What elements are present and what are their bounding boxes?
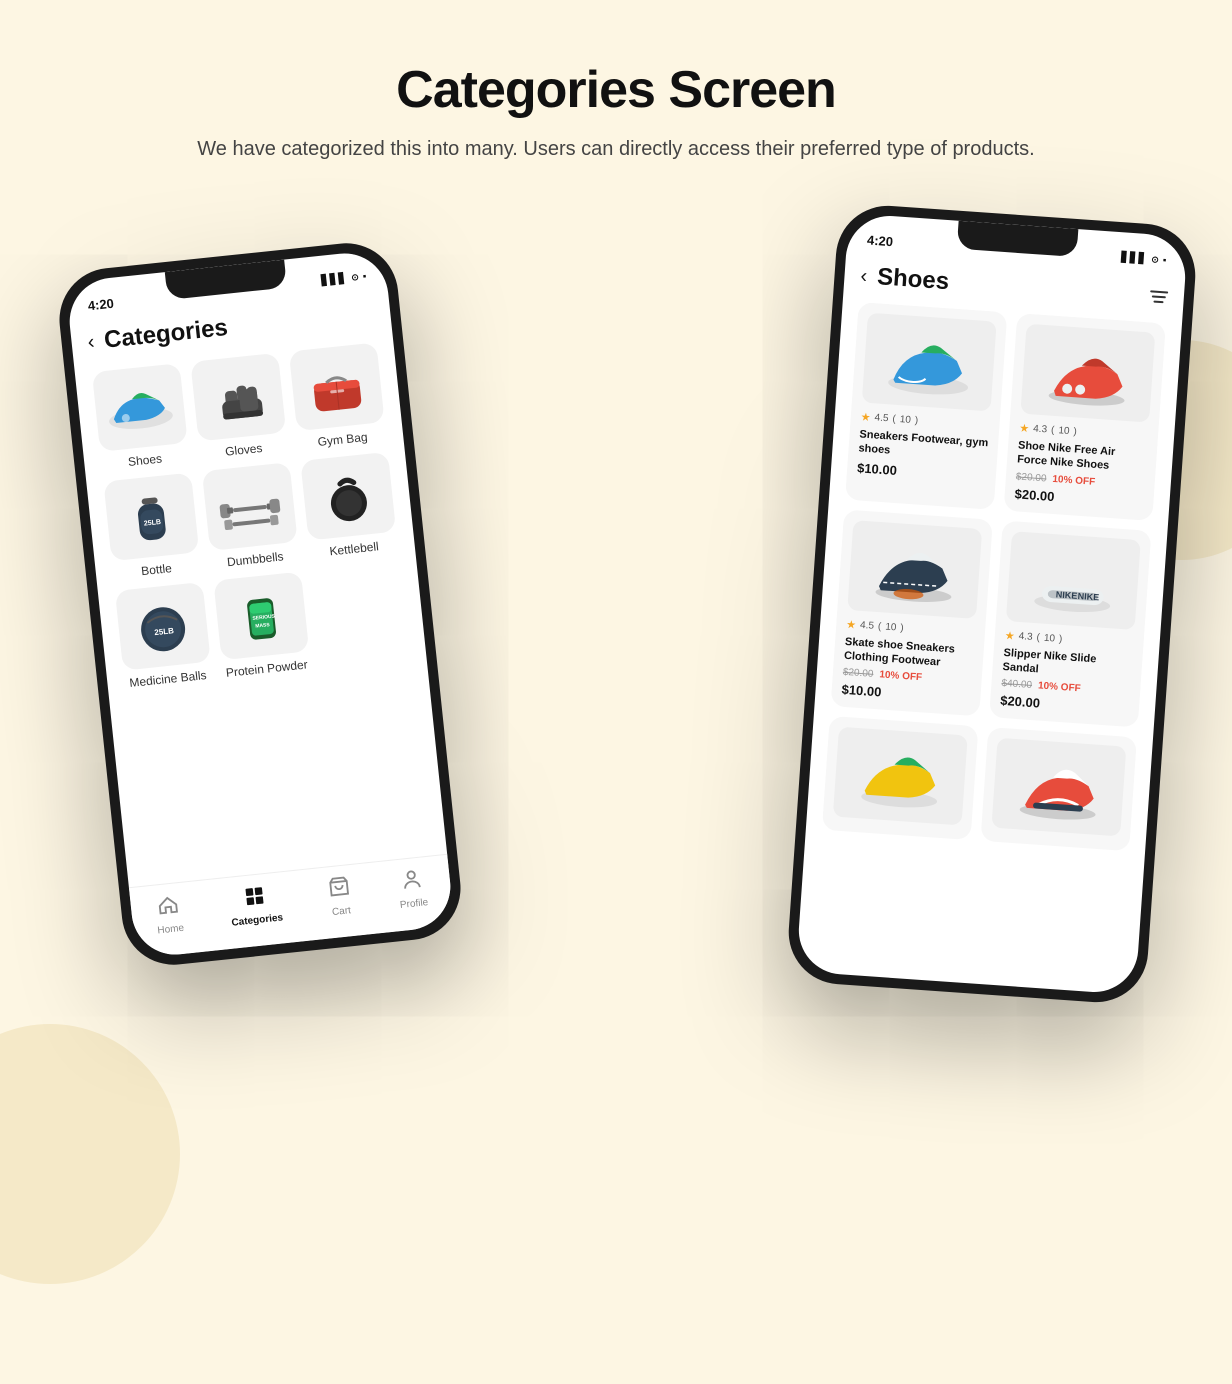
category-gloves-thumb	[190, 353, 286, 442]
category-gym-bag-label: Gym Bag	[317, 430, 368, 449]
home-icon	[156, 893, 181, 923]
category-dumbbells[interactable]: Dumbbells	[201, 462, 300, 571]
category-bottle-label: Bottle	[141, 561, 173, 578]
phone-shoes: 4:20 ▋▋▋ ⊙ ▪ ‹ Shoes	[785, 202, 1199, 1005]
page-header: Categories Screen We have categorized th…	[0, 0, 1232, 194]
profile-icon	[399, 868, 424, 898]
phone-1-status-icons: ▋▋▋ ⊙ ▪	[321, 271, 367, 287]
filter-button[interactable]	[1149, 290, 1168, 303]
category-kettlebell[interactable]: Kettlebell	[300, 452, 399, 561]
product-5-image	[833, 727, 968, 826]
nav-profile-label: Profile	[399, 897, 428, 911]
phone-2-status-icons: ▋▋▋ ⊙ ▪	[1121, 252, 1167, 266]
category-gloves[interactable]: Gloves	[190, 353, 289, 462]
svg-text:NIKE: NIKE	[1077, 591, 1099, 602]
product-2-name: Shoe Nike Free Air Force Nike Shoes	[1017, 438, 1148, 476]
star-icon-3: ★	[846, 617, 857, 631]
product-3[interactable]: ★ 4.5 (10) Skate shoe Sneakers Clothing …	[830, 509, 992, 717]
category-shoes[interactable]: Shoes	[91, 363, 190, 472]
nav-cart-label: Cart	[332, 905, 352, 918]
category-bottle-thumb: 25LB	[103, 473, 199, 562]
category-bottle[interactable]: 25LB Bottle	[102, 472, 201, 581]
nav-cart[interactable]: Cart	[327, 875, 353, 918]
page-subtitle: We have categorized this into many. User…	[0, 134, 1232, 164]
product-1-image	[862, 313, 997, 412]
category-gloves-label: Gloves	[224, 441, 263, 459]
filter-line-1	[1150, 290, 1168, 293]
category-medicine-balls[interactable]: 25LB Medicine Balls	[114, 582, 213, 691]
category-protein-powder[interactable]: SERIOUS MASS Protein Powder	[213, 571, 312, 680]
category-protein-powder-thumb: SERIOUS MASS	[213, 572, 309, 661]
product-5[interactable]	[822, 716, 979, 840]
products-grid: ★ 4.5 (10) Sneakers Footwear, gym shoes …	[822, 302, 1166, 855]
phone-1-screen-title: Categories	[103, 314, 229, 355]
phone-1-screen: 4:20 ▋▋▋ ⊙ ▪ ‹ Categories	[65, 249, 454, 959]
nav-home-label: Home	[157, 923, 185, 937]
nav-home[interactable]: Home	[154, 893, 185, 937]
filter-line-2	[1152, 295, 1166, 298]
product-6[interactable]	[980, 727, 1137, 851]
product-1[interactable]: ★ 4.5 (10) Sneakers Footwear, gym shoes …	[845, 302, 1007, 510]
filter-line-3	[1153, 301, 1163, 304]
phone-2-screen: 4:20 ▋▋▋ ⊙ ▪ ‹ Shoes	[796, 213, 1188, 995]
product-4-image: NIKE NIKE	[1006, 531, 1141, 630]
phones-area: 4:20 ▋▋▋ ⊙ ▪ ‹ Categories	[0, 214, 1232, 1214]
category-shoes-label: Shoes	[127, 451, 162, 468]
product-4[interactable]: NIKE NIKE ★ 4.3 (10) Slipper Nike Slide …	[989, 520, 1151, 728]
phone-2-screen-title: Shoes	[876, 263, 950, 296]
category-kettlebell-label: Kettlebell	[329, 539, 380, 558]
star-icon-4: ★	[1004, 629, 1015, 643]
phone-2-content: ‹ Shoes	[796, 253, 1185, 995]
nav-categories[interactable]: Categories	[228, 883, 284, 929]
product-1-name: Sneakers Footwear, gym shoes	[858, 427, 989, 465]
category-gym-bag[interactable]: Gym Bag	[288, 342, 387, 451]
phone-categories: 4:20 ▋▋▋ ⊙ ▪ ‹ Categories	[54, 238, 465, 970]
phone-1-time: 4:20	[87, 295, 114, 313]
nav-profile[interactable]: Profile	[396, 867, 428, 911]
category-protein-powder-label: Protein Powder	[225, 657, 308, 679]
product-6-image	[991, 738, 1126, 837]
product-4-name: Slipper Nike Slide Sandal	[1002, 646, 1133, 684]
page-title: Categories Screen	[0, 60, 1232, 120]
svg-text:NIKE: NIKE	[1055, 589, 1077, 600]
categories-icon	[243, 884, 268, 914]
cart-icon	[327, 875, 352, 905]
category-gym-bag-thumb	[289, 342, 385, 431]
product-2[interactable]: ★ 4.3 (10) Shoe Nike Free Air Force Nike…	[1004, 313, 1166, 521]
product-3-image	[847, 520, 982, 619]
category-dumbbells-thumb	[202, 462, 298, 551]
phone-1-back-button[interactable]: ‹	[87, 330, 96, 354]
category-medicine-balls-thumb: 25LB	[115, 582, 211, 671]
product-3-name: Skate shoe Sneakers Clothing Footwear	[844, 634, 975, 672]
phone-2-back-button[interactable]: ‹	[860, 265, 868, 288]
product-2-image	[1020, 324, 1155, 423]
categories-grid: Shoes	[91, 342, 411, 690]
star-icon: ★	[860, 410, 871, 424]
nav-categories-label: Categories	[231, 912, 284, 928]
category-shoes-thumb	[92, 363, 188, 452]
category-kettlebell-thumb	[301, 452, 397, 541]
phone-2-time: 4:20	[867, 232, 894, 249]
star-icon-2: ★	[1019, 421, 1030, 435]
category-dumbbells-label: Dumbbells	[226, 549, 284, 569]
category-medicine-balls-label: Medicine Balls	[129, 668, 207, 690]
